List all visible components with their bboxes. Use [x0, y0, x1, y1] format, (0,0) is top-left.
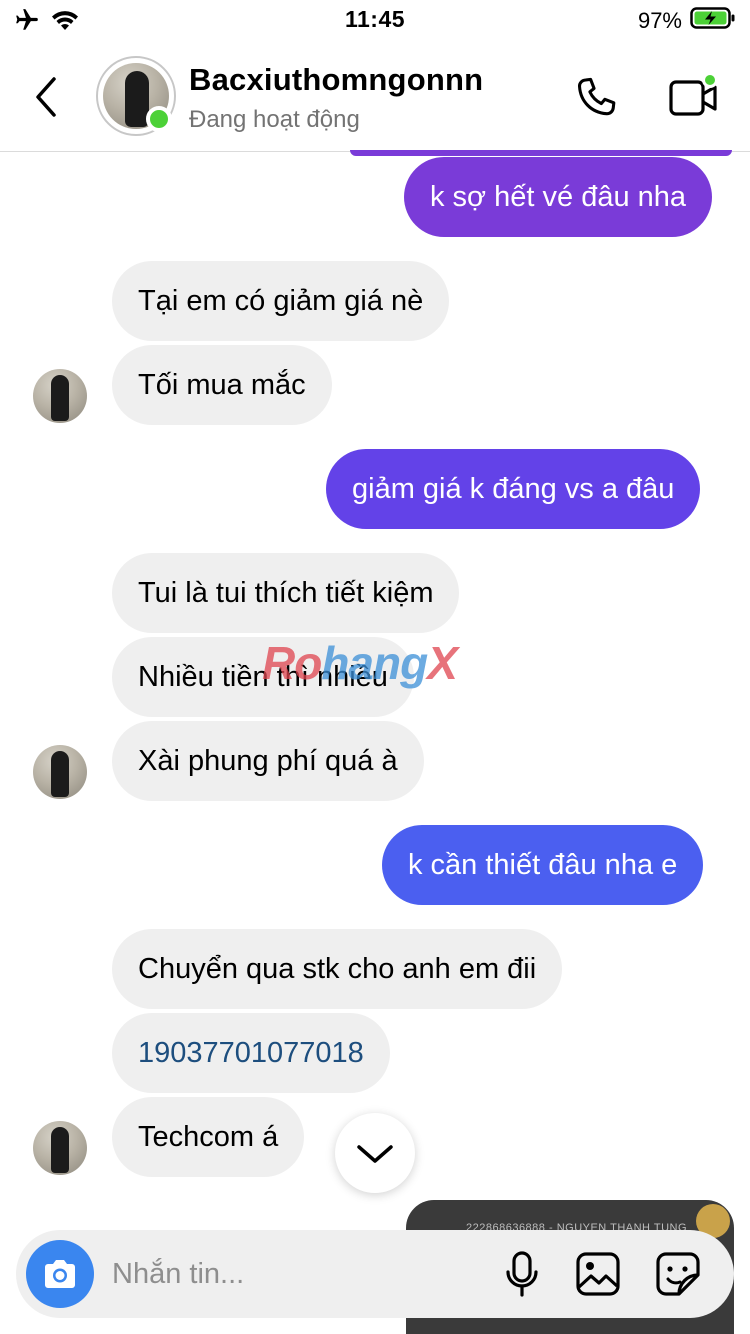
- sticker-button[interactable]: [654, 1250, 702, 1298]
- battery-percent: 97%: [637, 7, 682, 33]
- online-indicator: [146, 106, 172, 132]
- video-online-dot: [702, 72, 718, 88]
- previous-message-edge: [350, 150, 732, 156]
- microphone-icon: [506, 1251, 538, 1297]
- chevron-down-icon: [357, 1145, 393, 1163]
- message-incoming[interactable]: Nhiều tiền thì nhiều: [112, 637, 414, 717]
- phone-icon: [577, 77, 616, 116]
- message-incoming[interactable]: Tại em có giảm giá nè: [112, 261, 450, 341]
- message-outgoing[interactable]: giảm giá k đáng vs a đâu: [326, 449, 701, 529]
- camera-icon: [45, 1260, 75, 1288]
- sticker-icon: [656, 1252, 700, 1296]
- voice-message-button[interactable]: [500, 1248, 544, 1300]
- sender-avatar[interactable]: [33, 1121, 87, 1175]
- message-input[interactable]: Nhắn tin...: [112, 1230, 244, 1318]
- message-incoming[interactable]: Xài phung phí quá à: [112, 721, 424, 801]
- sender-avatar[interactable]: [33, 745, 87, 799]
- contact-status: Đang hoạt động: [189, 106, 360, 133]
- gallery-icon: [576, 1252, 620, 1296]
- video-call-button[interactable]: [664, 70, 724, 126]
- back-button[interactable]: [26, 72, 66, 122]
- voice-call-button[interactable]: [570, 72, 622, 124]
- message-composer[interactable]: Nhắn tin...: [16, 1230, 734, 1318]
- message-outgoing[interactable]: k sợ hết vé đâu nha: [404, 157, 713, 237]
- status-bar: 11:45 97%: [0, 0, 750, 40]
- battery-charging-icon: [690, 6, 736, 35]
- message-incoming[interactable]: Techcom á: [112, 1097, 305, 1177]
- message-incoming[interactable]: Tối mua mắc: [112, 345, 332, 425]
- back-icon: [36, 77, 56, 117]
- camera-button[interactable]: [26, 1240, 94, 1308]
- message-account-number[interactable]: 19037701077018: [112, 1013, 390, 1093]
- chat-header: Bacxiuthomngonnn Đang hoạt động: [0, 40, 750, 152]
- sender-avatar[interactable]: [33, 369, 87, 423]
- contact-name[interactable]: Bacxiuthomngonnn: [189, 62, 483, 98]
- message-outgoing[interactable]: k cần thiết đâu nha e: [382, 825, 704, 905]
- message-incoming[interactable]: Chuyển qua stk cho anh em đii: [112, 929, 563, 1009]
- gallery-button[interactable]: [574, 1250, 622, 1298]
- message-incoming[interactable]: Tui là tui thích tiết kiệm: [112, 553, 460, 633]
- scroll-to-bottom-button[interactable]: [335, 1113, 415, 1193]
- status-right: 97%: [638, 6, 736, 35]
